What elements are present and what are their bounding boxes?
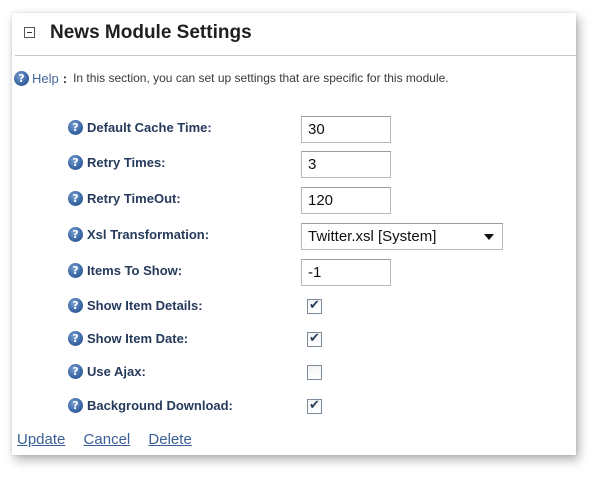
help-icon[interactable]: ? [68,398,83,413]
setting-label-text: Show Item Details: [87,298,203,313]
help-icon[interactable]: ? [68,227,83,242]
setting-label-show-item-date: ? Show Item Date: [68,331,188,346]
setting-row-use-ajax: ? Use Ajax: [68,360,558,386]
header-divider [15,55,576,56]
cancel-link[interactable]: Cancel [84,431,131,448]
help-link[interactable]: Help [32,71,59,86]
default-cache-time-input[interactable]: 30 [301,116,391,143]
module-title: News Module Settings [50,22,252,43]
setting-label-text: Show Item Date: [87,331,189,346]
action-links: Update Cancel Delete [17,431,192,448]
retry-timeout-input[interactable]: 120 [301,187,391,214]
setting-row-xsl-transformation: ? Xsl Transformation: Twitter.xsl [Syste… [68,223,558,250]
delete-link[interactable]: Delete [148,431,191,448]
update-link[interactable]: Update [17,431,65,448]
help-icon[interactable]: ? [68,155,83,170]
setting-row-show-item-date: ? Show Item Date: ✔ [68,327,558,353]
help-icon[interactable]: ? [68,191,83,206]
setting-label-text: Default Cache Time: [87,120,212,135]
setting-label-text: Retry Times: [87,155,166,170]
setting-label-text: Xsl Transformation: [87,227,210,242]
setting-label-show-item-details: ? Show Item Details: [68,298,203,313]
help-row: ? Help : In this section, you can set up… [14,69,449,87]
module-settings-panel: News Module Settings ? Help : In this se… [12,13,576,455]
setting-label-text: Items To Show: [87,263,183,278]
checkmark-icon: ✔ [309,298,320,313]
setting-label-use-ajax: ? Use Ajax: [68,364,146,379]
items-to-show-input[interactable]: -1 [301,259,391,286]
help-icon[interactable]: ? [68,120,83,135]
setting-row-show-item-details: ? Show Item Details: ✔ [68,294,558,320]
help-separator: : [62,70,68,86]
xsl-transformation-value: Twitter.xsl [System] [308,228,437,245]
chevron-down-icon[interactable] [484,234,494,240]
checkmark-icon: ✔ [309,331,320,346]
help-icon[interactable]: ? [14,70,29,86]
setting-row-default-cache-time: ? Default Cache Time: 30 [68,116,558,143]
background-download-checkbox[interactable]: ✔ [307,398,322,414]
setting-row-retry-timeout: ? Retry TimeOut: 120 [68,187,558,214]
retry-times-input[interactable]: 3 [301,151,391,178]
help-icon[interactable]: ? [68,331,83,346]
show-item-details-checkbox[interactable]: ✔ [307,298,322,314]
xsl-transformation-select[interactable]: Twitter.xsl [System] [301,223,503,250]
use-ajax-checkbox[interactable] [307,365,322,380]
setting-row-background-download: ? Background Download: ✔ [68,394,558,420]
setting-label-retry-times: ? Retry Times: [68,155,166,170]
show-item-date-checkbox[interactable]: ✔ [307,331,322,347]
setting-label-items-to-show: ? Items To Show: [68,263,182,278]
setting-label-text: Use Ajax: [87,364,146,379]
setting-label-default-cache-time: ? Default Cache Time: [68,120,212,135]
setting-label-retry-timeout: ? Retry TimeOut: [68,191,181,206]
help-icon[interactable]: ? [68,364,83,379]
setting-label-background-download: ? Background Download: [68,398,233,413]
help-icon[interactable]: ? [68,298,83,313]
setting-label-xsl-transformation: ? Xsl Transformation: [68,227,209,242]
help-text: In this section, you can set up settings… [73,71,449,85]
setting-row-items-to-show: ? Items To Show: -1 [68,259,558,286]
module-header: News Module Settings [12,13,576,55]
setting-label-text: Background Download: [87,398,233,413]
setting-row-retry-times: ? Retry Times: 3 [68,151,558,178]
collapse-icon[interactable] [24,27,35,38]
help-icon[interactable]: ? [68,263,83,278]
setting-label-text: Retry TimeOut: [87,191,181,206]
checkmark-icon: ✔ [309,398,320,413]
